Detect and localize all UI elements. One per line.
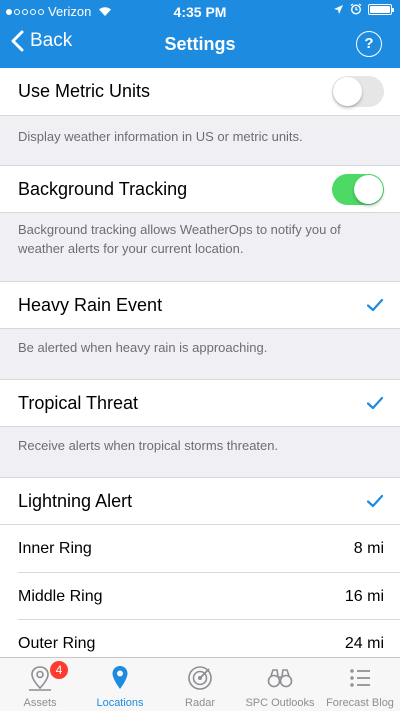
- setting-label: Heavy Rain Event: [18, 295, 163, 315]
- ring-value: 24 mi: [344, 635, 384, 652]
- tab-label: SPC Outlooks: [245, 697, 315, 709]
- radar-icon: [188, 666, 212, 690]
- checkmark-icon: [366, 298, 384, 312]
- tab-label: Locations: [96, 697, 144, 709]
- checkmark-icon: [366, 396, 384, 410]
- location-arrow-icon: [334, 4, 343, 14]
- ring-value: 8 mi: [353, 540, 384, 557]
- status-right: [333, 3, 394, 15]
- setting-label: Background Tracking: [18, 179, 188, 199]
- setting-description: Display weather information in US or met…: [18, 129, 303, 144]
- help-button[interactable]: ?: [356, 31, 382, 57]
- setting-tropical-threat[interactable]: Tropical Threat: [0, 379, 400, 427]
- tab-radar[interactable]: Radar: [160, 658, 240, 711]
- setting-description: Be alerted when heavy rain is approachin…: [18, 340, 268, 355]
- ring-value: 16 mi: [344, 588, 384, 605]
- page-title: Settings: [164, 34, 236, 54]
- alarm-clock-icon: [350, 3, 362, 15]
- setting-metric-units: Use Metric Units: [0, 68, 400, 116]
- settings-list: Use Metric Units Display weather informa…: [0, 68, 400, 657]
- setting-label: Tropical Threat: [18, 393, 139, 413]
- metric-units-toggle[interactable]: [332, 76, 384, 107]
- tab-label: Radar: [185, 697, 215, 709]
- nav-bar: Back Settings ?: [0, 22, 400, 68]
- tab-spc-outlooks[interactable]: SPC Outlooks: [240, 658, 320, 711]
- tab-label: Assets: [23, 697, 57, 709]
- ring-outer[interactable]: Outer Ring 24 mi: [18, 619, 400, 657]
- ring-label: Middle Ring: [18, 588, 103, 605]
- lightning-rings: Inner Ring 8 mi Middle Ring 16 mi Outer …: [0, 525, 400, 657]
- setting-label: Use Metric Units: [18, 81, 151, 101]
- tab-locations[interactable]: Locations: [80, 658, 160, 711]
- setting-background-tracking: Background Tracking: [0, 165, 400, 213]
- background-tracking-toggle[interactable]: [332, 174, 384, 205]
- setting-heavy-rain[interactable]: Heavy Rain Event: [0, 281, 400, 329]
- location-pin-icon: [112, 666, 128, 689]
- notification-badge: 4: [50, 661, 68, 679]
- checkmark-icon: [366, 494, 384, 508]
- setting-description: Background tracking allows WeatherOps to…: [18, 222, 341, 256]
- setting-label: Lightning Alert: [18, 491, 133, 511]
- setting-description: Receive alerts when tropical storms thre…: [18, 438, 279, 453]
- ring-middle[interactable]: Middle Ring 16 mi: [18, 572, 400, 619]
- ring-inner[interactable]: Inner Ring 8 mi: [18, 525, 400, 572]
- status-bar: Verizon 4:35 PM: [0, 0, 400, 22]
- battery-icon: [368, 3, 394, 15]
- toggle-knob: [333, 77, 362, 106]
- ring-label: Outer Ring: [18, 635, 96, 652]
- top-bar: Verizon 4:35 PM Back Settings ?: [0, 0, 400, 68]
- tab-label: Forecast Blog: [326, 697, 394, 709]
- ring-label: Inner Ring: [18, 540, 92, 557]
- tab-forecast-blog[interactable]: Forecast Blog: [320, 658, 400, 711]
- setting-lightning-alert[interactable]: Lightning Alert: [0, 477, 400, 525]
- tab-assets[interactable]: 4 Assets: [0, 658, 80, 711]
- binoculars-icon: [267, 669, 293, 688]
- toggle-knob: [354, 175, 383, 204]
- tab-bar: 4 Assets Locations Radar SPC Outlooks Fo…: [0, 657, 400, 711]
- list-icon: [350, 669, 370, 687]
